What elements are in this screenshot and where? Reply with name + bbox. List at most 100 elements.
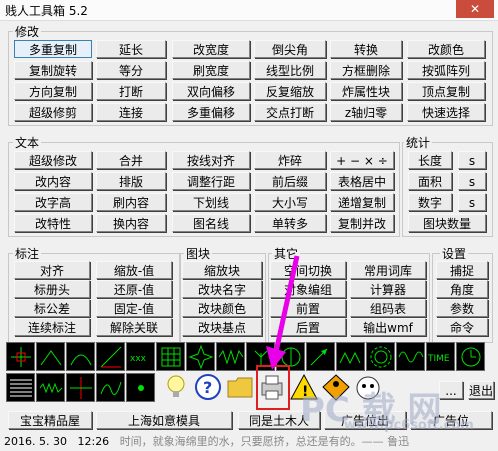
- stats-s-button-0[interactable]: s: [458, 151, 486, 169]
- crosshair-icon[interactable]: [6, 342, 35, 371]
- folder-icon[interactable]: [226, 373, 255, 402]
- text-button-2-3[interactable]: 大小写: [254, 193, 326, 211]
- modify-button-3-3[interactable]: 交点打断: [254, 103, 326, 121]
- modify-button-1-3[interactable]: 线型比例: [254, 61, 326, 79]
- modify-button-1-2[interactable]: 刷宽度: [172, 61, 250, 79]
- star-icon[interactable]: [186, 342, 215, 371]
- modify-button-2-2[interactable]: 双向偏移: [172, 82, 250, 100]
- modify-button-3-0[interactable]: 超级修剪: [14, 103, 92, 121]
- settings-button-1[interactable]: 角度: [436, 280, 488, 298]
- dim-button-0-1[interactable]: 缩放-值: [96, 261, 172, 279]
- modify-button-0-4[interactable]: 转换: [330, 40, 402, 58]
- modify-button-2-1[interactable]: 打断: [96, 82, 166, 100]
- text-button-3-1[interactable]: 换内容: [96, 214, 166, 232]
- text-button-0-3[interactable]: 炸碎: [254, 151, 326, 169]
- stats-s-button-1[interactable]: s: [458, 172, 486, 190]
- sine-icon[interactable]: [396, 342, 425, 371]
- dim-button-3-0[interactable]: 连续标注: [14, 318, 90, 336]
- text-button-1-1[interactable]: 排版: [96, 172, 166, 190]
- other-button-3-0[interactable]: 后置: [270, 318, 346, 336]
- dim-button-3-1[interactable]: 解除关联: [96, 318, 172, 336]
- modify-button-1-5[interactable]: 按弧阵列: [407, 61, 485, 79]
- settings-button-0[interactable]: 捕捉: [436, 261, 488, 279]
- other-button-1-0[interactable]: 对象编组: [270, 280, 346, 298]
- text-button-3-3[interactable]: 单转多: [254, 214, 326, 232]
- text-button-2-1[interactable]: 刷内容: [96, 193, 166, 211]
- bulb-icon[interactable]: [162, 373, 191, 402]
- modify-button-2-0[interactable]: 方向复制: [14, 82, 92, 100]
- dim-button-2-1[interactable]: 固定-值: [96, 299, 172, 317]
- help-icon[interactable]: ?: [194, 373, 223, 402]
- hatch-icon[interactable]: [6, 373, 35, 402]
- time-icon[interactable]: TIME: [426, 342, 455, 371]
- ellipsis-button[interactable]: ...: [439, 381, 463, 399]
- clock-icon[interactable]: [456, 342, 485, 371]
- modify-button-2-4[interactable]: 炸属性块: [330, 82, 402, 100]
- modify-button-0-0[interactable]: 多重复制: [14, 40, 92, 58]
- text-button-3-4[interactable]: 复制并改: [330, 214, 394, 232]
- text-button-0-1[interactable]: 合并: [96, 151, 166, 169]
- modify-button-0-1[interactable]: 延长: [96, 40, 166, 58]
- text-button-3-2[interactable]: 图名线: [172, 214, 250, 232]
- text-button-2-2[interactable]: 下划线: [172, 193, 250, 211]
- stats-button-2[interactable]: 数字: [408, 193, 452, 211]
- gear-icon[interactable]: [366, 342, 395, 371]
- text-button-3-0[interactable]: 改特性: [14, 214, 92, 232]
- angle-icon[interactable]: [36, 342, 65, 371]
- line-icon[interactable]: [96, 342, 125, 371]
- modify-button-1-1[interactable]: 等分: [96, 61, 166, 79]
- block-button-3[interactable]: 改块基点: [182, 318, 262, 336]
- text-button-1-0[interactable]: 改内容: [14, 172, 92, 190]
- dim-button-2-0[interactable]: 标公差: [14, 299, 90, 317]
- other-button-1-1[interactable]: 计算器: [350, 280, 426, 298]
- stats-button-0[interactable]: 长度: [408, 151, 452, 169]
- settings-button-3[interactable]: 命令: [436, 318, 488, 336]
- text-button-1-4[interactable]: 表格居中: [330, 172, 394, 190]
- other-button-0-0[interactable]: 空间切换: [270, 261, 346, 279]
- zigzag-icon[interactable]: [336, 342, 365, 371]
- modify-button-0-5[interactable]: 改颜色: [407, 40, 485, 58]
- modify-button-3-1[interactable]: 连接: [96, 103, 166, 121]
- modify-button-3-2[interactable]: 多重偏移: [172, 103, 250, 121]
- dim-button-1-1[interactable]: 还原-值: [96, 280, 172, 298]
- grid-icon[interactable]: [156, 342, 185, 371]
- stats-button-3[interactable]: 图块数量: [408, 214, 486, 232]
- other-button-2-1[interactable]: 组码表: [350, 299, 426, 317]
- arrow-icon[interactable]: [306, 342, 335, 371]
- modify-button-2-5[interactable]: 顶点复制: [407, 82, 485, 100]
- block-button-1[interactable]: 改块名字: [182, 280, 262, 298]
- text-button-1-3[interactable]: 前后缀: [254, 172, 326, 190]
- modify-button-3-5[interactable]: 快速选择: [407, 103, 485, 121]
- squiggle-icon[interactable]: [96, 373, 125, 402]
- stats-button-1[interactable]: 面积: [408, 172, 452, 190]
- text-button-1-2[interactable]: 调整行距: [172, 172, 250, 190]
- modify-button-3-4[interactable]: z轴归零: [330, 103, 402, 121]
- xxx-icon[interactable]: xxx: [126, 342, 155, 371]
- wave-icon[interactable]: [216, 342, 245, 371]
- other-button-0-1[interactable]: 常用词库: [350, 261, 426, 279]
- bottom-link-0[interactable]: 宝宝精品屋: [8, 411, 92, 429]
- modify-button-1-4[interactable]: 方框删除: [330, 61, 402, 79]
- dim-button-1-0[interactable]: 标册头: [14, 280, 90, 298]
- spring-icon[interactable]: [36, 373, 65, 402]
- curve-icon[interactable]: [66, 342, 95, 371]
- dot-icon[interactable]: [126, 373, 155, 402]
- block-button-0[interactable]: 缩放块: [182, 261, 262, 279]
- text-button-2-0[interactable]: 改字高: [14, 193, 92, 211]
- modify-button-1-0[interactable]: 复制旋转: [14, 61, 92, 79]
- modify-button-2-3[interactable]: 反复缩放: [254, 82, 326, 100]
- block-button-2[interactable]: 改块颜色: [182, 299, 262, 317]
- bottom-link-1[interactable]: 上海如意模具: [96, 411, 232, 429]
- close-button[interactable]: ✕: [456, 0, 494, 18]
- modify-button-0-3[interactable]: 倒尖角: [254, 40, 326, 58]
- other-button-2-0[interactable]: 前置: [270, 299, 346, 317]
- other-button-3-1[interactable]: 输出wmf: [350, 318, 426, 336]
- text-button-0-0[interactable]: 超级修改: [14, 151, 92, 169]
- text-button-2-4[interactable]: 递增复制: [330, 193, 394, 211]
- cross-icon[interactable]: [66, 373, 95, 402]
- exit-button[interactable]: 退出: [468, 381, 494, 399]
- text-button-0-4[interactable]: + − × ÷: [330, 151, 394, 169]
- modify-button-0-2[interactable]: 改宽度: [172, 40, 250, 58]
- text-button-0-2[interactable]: 按线对齐: [172, 151, 250, 169]
- dim-button-0-0[interactable]: 对齐: [14, 261, 90, 279]
